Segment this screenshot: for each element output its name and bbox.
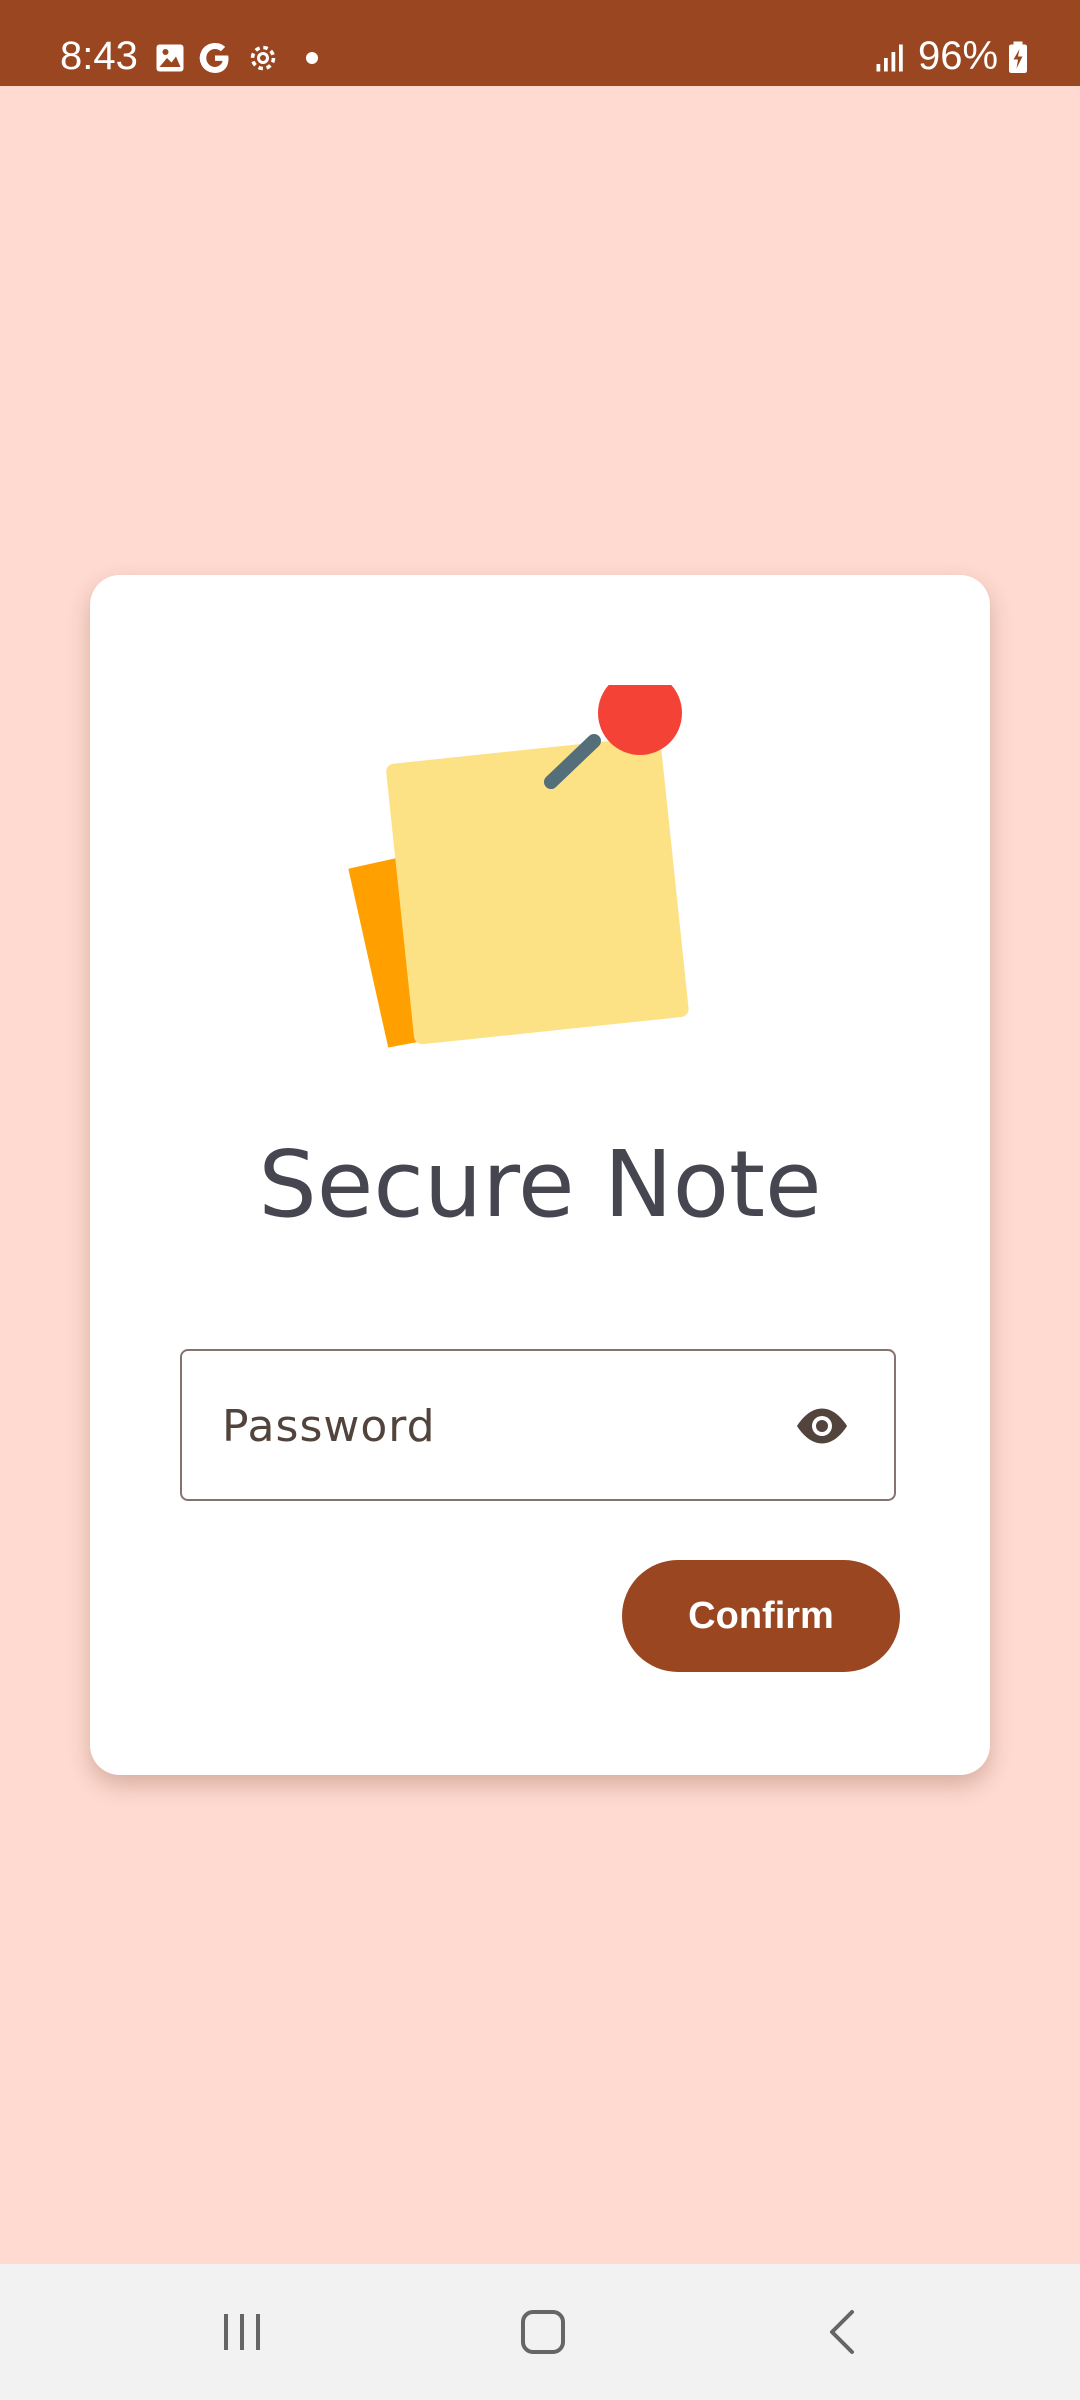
status-bar: 8:43 96%	[0, 0, 1080, 86]
battery-charging-icon	[1000, 40, 1036, 76]
settings-icon	[245, 40, 281, 76]
app-title: Secure Note	[258, 1131, 822, 1238]
signal-icon	[872, 40, 908, 76]
battery-percentage: 96%	[918, 34, 999, 78]
status-time: 8:43	[60, 34, 138, 78]
password-field[interactable]	[180, 1349, 896, 1501]
dot-icon	[294, 40, 330, 76]
confirm-button[interactable]: Confirm	[622, 1560, 900, 1672]
back-icon[interactable]	[804, 2292, 884, 2372]
password-input[interactable]	[222, 1391, 762, 1461]
navigation-bar	[0, 2264, 1080, 2400]
home-icon[interactable]	[503, 2292, 583, 2372]
sticky-note-pin-icon	[330, 671, 750, 1075]
recent-apps-icon[interactable]	[202, 2292, 282, 2372]
login-card: Secure Note Confirm	[90, 575, 990, 1775]
image-icon	[152, 40, 188, 76]
eye-icon[interactable]	[787, 1396, 857, 1456]
google-icon	[197, 40, 233, 76]
